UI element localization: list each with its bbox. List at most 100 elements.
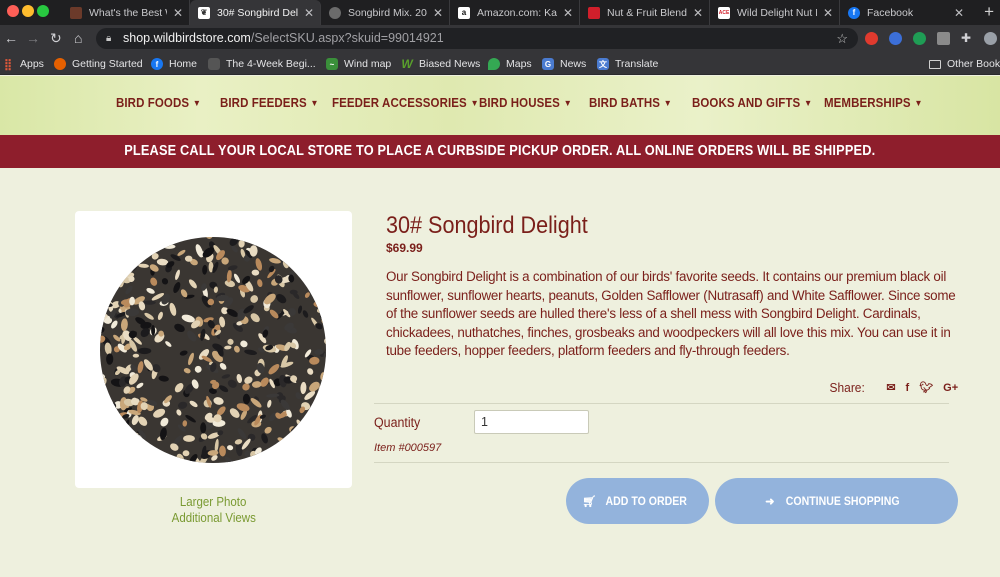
twitter-icon[interactable]: 🐦︎ [919,381,933,394]
nav-label: BIRD FOODS [116,96,190,110]
browser-tab[interactable]: f Facebook ✕ [840,0,970,25]
extension-icon[interactable] [889,32,902,45]
seed-shape [117,267,124,273]
browser-tab[interactable]: a Amazon.com: Kay ✕ [450,0,580,25]
folder-icon [929,59,941,69]
nav-bird-feeders[interactable]: BIRD FEEDERS ▼ [220,96,319,110]
address-bar[interactable]: 🔒︎ shop.wildbirdstore.com/SelectSKU.aspx… [96,28,858,49]
seed-shape [283,462,296,463]
nav-bird-houses[interactable]: BIRD HOUSES ▼ [479,96,572,110]
browser-tab[interactable]: Nut & Fruit Blend ✕ [580,0,710,25]
extension-icon[interactable] [937,32,950,45]
close-icon[interactable]: ✕ [173,6,183,20]
seed-shape [90,344,100,350]
seed-shape [100,444,108,457]
google-plus-icon[interactable]: G+ [943,382,958,394]
back-icon[interactable]: ← [4,30,18,46]
nav-feeder-accessories[interactable]: FEEDER ACCESSORIES ▼ [332,96,479,110]
browser-tab-active[interactable]: ❦ 30# Songbird Deli ✕ [190,0,321,25]
bookmark-news[interactable]: G News [542,56,586,72]
email-icon[interactable]: ✉ [886,381,895,394]
window-close-button[interactable] [7,5,19,17]
browser-tab[interactable]: Songbird Mix. 20# ✕ [321,0,450,25]
bookmark-home[interactable]: f Home [151,56,197,72]
bookmark-wind-map[interactable]: ~ Wind map [326,56,391,72]
browser-tab[interactable]: ACE Wild Delight Nut N ✕ [710,0,840,25]
tab-title: What's the Best W [89,6,167,19]
extension-icon[interactable] [913,32,926,45]
nav-memberships[interactable]: MEMBERSHIPS ▼ [824,96,923,110]
larger-photo-link[interactable]: Larger Photo [75,495,352,509]
close-icon[interactable]: ✕ [954,6,964,20]
bookmark-label: Maps [506,58,532,70]
facebook-share-icon[interactable]: f [906,382,910,394]
seed-shape [306,417,313,425]
seed-shape [271,244,277,254]
seed-shape [100,246,103,254]
tab-title: Facebook [867,6,914,19]
bookmark-4-week[interactable]: The 4-Week Begi... [208,56,316,72]
share-label: Share: [829,380,865,395]
forward-icon[interactable]: → [26,30,40,46]
item-number: Item #000597 [374,442,442,454]
tab-title: 30# Songbird Deli [217,6,298,19]
seed-shape [325,251,326,263]
w-icon: W [401,57,413,71]
bookmark-getting-started[interactable]: Getting Started [54,56,143,72]
bookmark-translate[interactable]: 文 Translate [597,56,658,72]
nav-books-and-gifts[interactable]: BOOKS AND GIFTS ▼ [692,96,812,110]
close-icon[interactable]: ✕ [693,6,703,20]
seed-shape [111,268,120,277]
reload-icon[interactable]: ↻ [50,30,62,47]
seed-shape [103,290,114,297]
seed-shape [322,272,326,277]
nav-bird-baths[interactable]: BIRD BATHS ▼ [589,96,672,110]
bookmark-other[interactable]: Other Bookmarks [929,56,1000,72]
seed-shape [183,435,195,442]
quantity-input[interactable] [474,410,589,434]
seed-shape [286,242,295,248]
seed-shape [100,271,104,280]
home-icon[interactable]: ⌂ [74,30,82,46]
seed-shape [155,229,162,238]
new-tab-button[interactable]: + [984,2,994,22]
seed-shape [100,304,101,310]
bookmark-label: News [560,58,587,70]
add-to-order-button[interactable]: 🛒︎ ADD TO ORDER [566,478,709,524]
window-maximize-button[interactable] [37,5,49,17]
seed-shape [321,250,326,258]
browser-tab[interactable]: What's the Best W ✕ [62,0,190,25]
seed-shape [309,454,317,462]
seed-shape [282,240,288,252]
continue-shopping-button[interactable]: ➜ CONTINUE SHOPPING [715,478,958,524]
close-icon[interactable]: ✕ [563,6,573,20]
bookmark-star-icon[interactable]: ☆ [836,28,848,49]
seed-shape [303,255,313,260]
product-photo[interactable] [75,211,352,488]
nav-label: BOOKS AND GIFTS [692,96,801,110]
window-minimize-button[interactable] [22,5,34,17]
caret-down-icon: ▼ [563,98,572,108]
seed-shape [116,237,124,241]
seed-shape [102,272,107,285]
bookmark-biased-news[interactable]: W Biased News [401,56,480,72]
seed-shape [275,445,283,453]
seed-shape [120,443,129,453]
seed-shape [325,237,326,240]
bookmark-maps[interactable]: Maps [488,56,532,72]
seed-shape [114,244,126,252]
seed-shape [111,245,118,253]
puzzle-icon[interactable]: ✚ [961,31,971,45]
avatar[interactable] [984,32,997,45]
larger-photo-text: Larger Photo [180,495,247,509]
seed-shape [306,256,318,265]
seed-shape [292,252,305,263]
seed-shape [100,435,101,446]
additional-views-link[interactable]: Additional Views [75,511,352,525]
extension-icon[interactable] [865,32,878,45]
close-icon[interactable]: ✕ [304,6,314,20]
bookmark-apps[interactable]: ⣿ Apps [2,56,44,72]
nav-bird-foods[interactable]: BIRD FOODS ▼ [116,96,201,110]
close-icon[interactable]: ✕ [433,6,443,20]
close-icon[interactable]: ✕ [823,6,833,20]
